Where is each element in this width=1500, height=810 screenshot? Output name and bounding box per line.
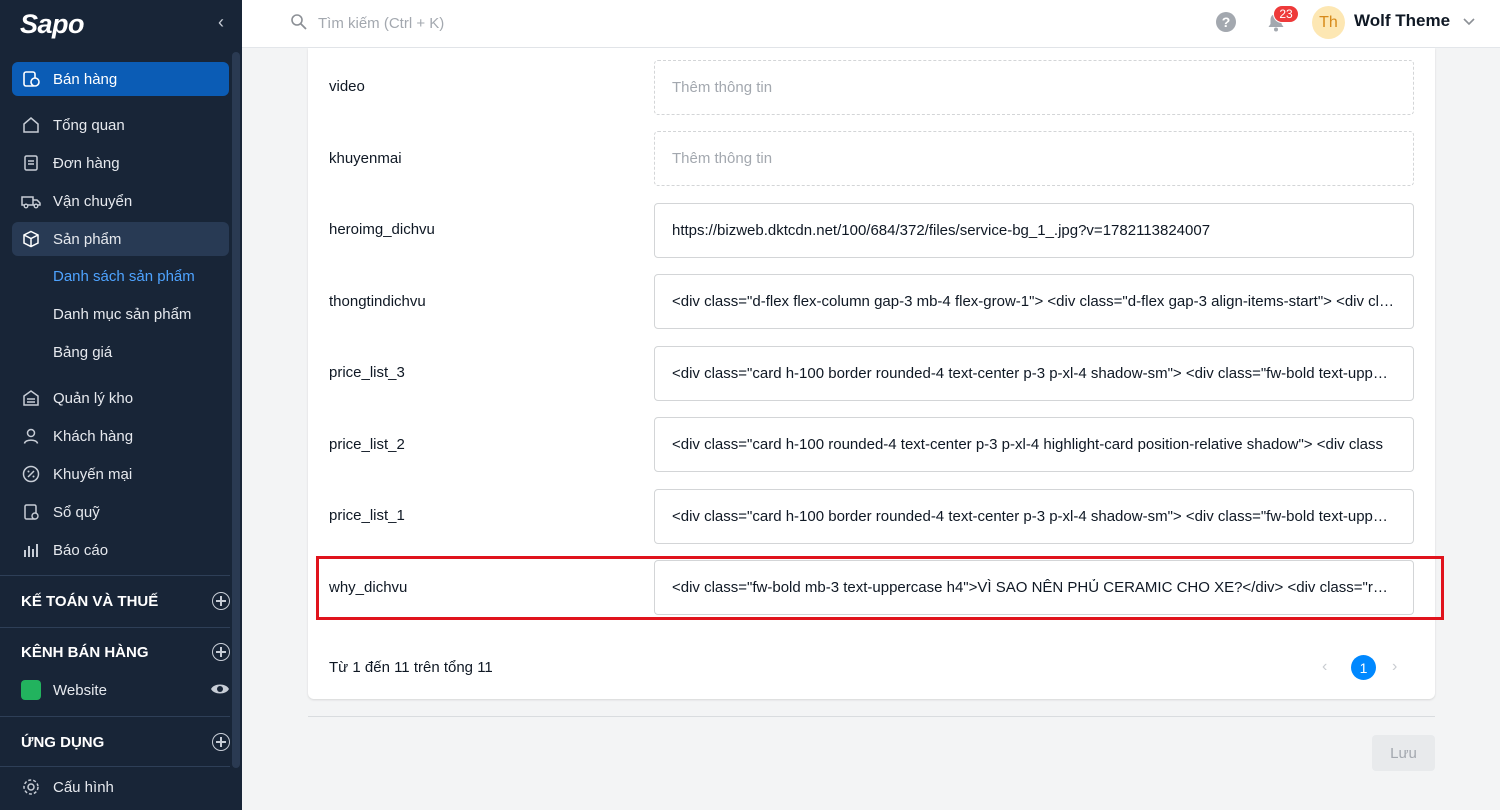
section-channels[interactable]: KÊNH BÁN HÀNG: [21, 640, 230, 664]
collapse-sidebar-icon[interactable]: ‹: [218, 12, 224, 33]
field-label: price_list_3: [329, 364, 405, 381]
field-label: video: [329, 78, 365, 95]
sidebar-subitem-price-list[interactable]: Bảng giá: [53, 335, 112, 369]
warehouse-icon: [21, 388, 41, 408]
avatar[interactable]: Th: [1312, 6, 1345, 39]
sidebar-item-reports[interactable]: Báo cáo: [12, 533, 229, 567]
truck-icon: [21, 191, 41, 211]
sidebar-item-label: Khách hàng: [53, 427, 134, 445]
field-placeholder: Thêm thông tin: [672, 79, 773, 96]
field-value: <div class="card h-100 rounded-4 text-ce…: [672, 436, 1384, 453]
field-input-price-list-1[interactable]: <div class="card h-100 border rounded-4 …: [654, 489, 1414, 544]
sidebar-divider: [0, 716, 230, 717]
box-icon: [21, 229, 41, 249]
add-app-icon[interactable]: [212, 733, 230, 751]
sidebar-item-products[interactable]: Sản phẩm: [12, 222, 229, 256]
sidebar-item-sales[interactable]: Bán hàng: [12, 62, 229, 96]
cashbook-icon: [21, 502, 41, 522]
field-value: <div class="card h-100 border rounded-4 …: [672, 365, 1396, 382]
field-value: <div class="d-flex flex-column gap-3 mb-…: [672, 293, 1396, 310]
field-label: price_list_1: [329, 507, 405, 524]
highlight-box: [316, 556, 1444, 620]
field-input-price-list-2[interactable]: <div class="card h-100 rounded-4 text-ce…: [654, 417, 1414, 472]
field-input-price-list-3[interactable]: <div class="card h-100 border rounded-4 …: [654, 346, 1414, 401]
help-icon[interactable]: ?: [1216, 12, 1236, 32]
logo-row: Sapo ‹: [0, 0, 242, 48]
field-input-video[interactable]: Thêm thông tin: [654, 60, 1414, 115]
footer-divider: [308, 716, 1435, 717]
sidebar-divider: [0, 766, 230, 767]
sidebar-item-label: Vận chuyển: [53, 192, 133, 210]
sidebar-item-label: Khuyến mại: [53, 465, 133, 483]
sidebar-item-label: Tổng quan: [53, 116, 125, 134]
add-accounting-icon[interactable]: [212, 592, 230, 610]
section-channels-label: KÊNH BÁN HÀNG: [21, 643, 149, 661]
page-1-button[interactable]: 1: [1351, 655, 1376, 680]
order-icon: [21, 153, 41, 173]
next-page-button[interactable]: ›: [1392, 658, 1397, 676]
add-channel-icon[interactable]: [212, 643, 230, 661]
section-accounting-label: KẾ TOÁN VÀ THUẾ: [21, 592, 159, 610]
sidebar-item-overview[interactable]: Tổng quan: [12, 108, 229, 142]
chart-icon: [21, 540, 41, 560]
chevron-down-icon[interactable]: [1462, 14, 1476, 32]
sidebar: Sapo ‹ Bán hàng Tổng quan Đơn hàng Vận c…: [0, 0, 242, 810]
sapo-logo[interactable]: Sapo: [20, 9, 85, 40]
sidebar-item-label: Website: [53, 681, 107, 699]
eye-icon[interactable]: [210, 681, 230, 701]
field-label: thongtindichvu: [329, 293, 426, 310]
section-apps-label: ỨNG DỤNG: [21, 733, 105, 751]
search-icon: [290, 13, 308, 36]
sidebar-subitem-product-categories[interactable]: Danh mục sản phẩm: [53, 297, 191, 331]
user-icon: [21, 426, 41, 446]
user-name[interactable]: Wolf Theme: [1354, 11, 1450, 31]
sidebar-divider: [0, 575, 230, 576]
gear-icon: [21, 777, 41, 797]
pagination-summary: Từ 1 đến 11 trên tổng 11: [329, 659, 493, 676]
field-input-khuyenmai[interactable]: Thêm thông tin: [654, 131, 1414, 186]
field-label: heroimg_dichvu: [329, 221, 435, 238]
section-apps[interactable]: ỨNG DỤNG: [21, 730, 230, 754]
sidebar-item-promotions[interactable]: Khuyến mại: [12, 457, 229, 491]
sales-icon: [21, 69, 41, 89]
sidebar-item-label: Sổ quỹ: [53, 503, 100, 521]
home-icon: [21, 115, 41, 135]
sidebar-item-label: Bán hàng: [53, 70, 118, 88]
website-icon: [21, 680, 41, 700]
sidebar-item-website[interactable]: Website: [12, 673, 230, 707]
sidebar-item-cashbook[interactable]: Sổ quỹ: [12, 495, 229, 529]
save-button[interactable]: Lưu: [1372, 735, 1435, 771]
sidebar-item-label: Sản phẩm: [53, 230, 122, 248]
prev-page-button[interactable]: ‹: [1322, 658, 1327, 676]
percent-icon: [21, 464, 41, 484]
sidebar-item-label: Báo cáo: [53, 541, 109, 559]
field-input-heroimg-dichvu[interactable]: https://bizweb.dktcdn.net/100/684/372/fi…: [654, 203, 1414, 258]
sidebar-item-settings[interactable]: Cấu hình: [12, 770, 229, 804]
field-placeholder: Thêm thông tin: [672, 150, 773, 167]
sidebar-item-inventory[interactable]: Quản lý kho: [12, 381, 229, 415]
field-value: https://bizweb.dktcdn.net/100/684/372/fi…: [672, 222, 1211, 239]
field-label: khuyenmai: [329, 150, 402, 167]
sidebar-item-shipping[interactable]: Vận chuyển: [12, 184, 229, 218]
sidebar-item-customers[interactable]: Khách hàng: [12, 419, 229, 453]
sidebar-item-label: Quản lý kho: [53, 389, 134, 407]
section-accounting[interactable]: KẾ TOÁN VÀ THUẾ: [21, 589, 230, 613]
sidebar-item-label: Cấu hình: [53, 778, 114, 796]
field-label: price_list_2: [329, 436, 405, 453]
notification-badge[interactable]: 23: [1273, 5, 1299, 23]
sidebar-scrollbar[interactable]: [232, 52, 240, 768]
sidebar-item-label: Đơn hàng: [53, 154, 120, 172]
field-value: <div class="card h-100 border rounded-4 …: [672, 508, 1396, 525]
search-input[interactable]: [318, 10, 718, 36]
sidebar-divider: [0, 627, 230, 628]
field-input-thongtindichvu[interactable]: <div class="d-flex flex-column gap-3 mb-…: [654, 274, 1414, 329]
sidebar-item-orders[interactable]: Đơn hàng: [12, 146, 229, 180]
sidebar-subitem-product-list[interactable]: Danh sách sản phẩm: [53, 259, 195, 293]
